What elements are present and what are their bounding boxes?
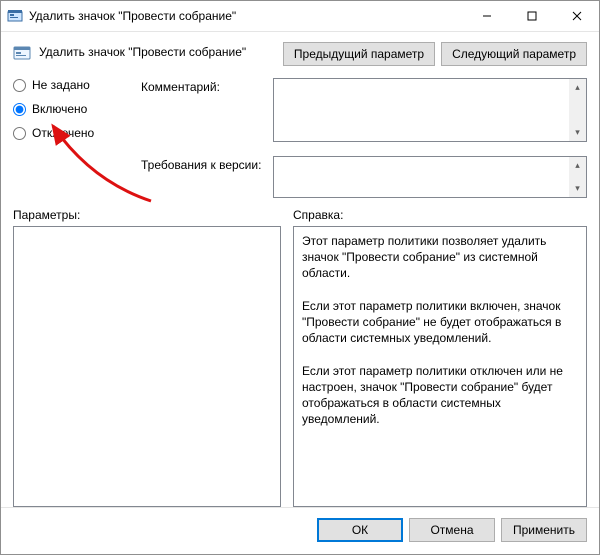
- help-text: Этот параметр политики позволяет удалить…: [302, 233, 578, 427]
- window-controls: [464, 1, 599, 31]
- fields-column: Комментарий: ▴ ▾ Требования к версии: ▴ …: [141, 78, 587, 198]
- state-enabled[interactable]: Включено: [13, 102, 123, 116]
- options-box[interactable]: [13, 226, 281, 507]
- next-setting-button[interactable]: Следующий параметр: [441, 42, 587, 66]
- footer: ОК Отмена Применить: [1, 507, 599, 554]
- options-pane: Параметры:: [13, 208, 281, 507]
- state-not-configured[interactable]: Не задано: [13, 78, 123, 92]
- setting-title: Удалить значок "Провести собрание": [39, 42, 283, 59]
- state-disabled-label: Отключено: [32, 126, 94, 140]
- state-disabled[interactable]: Отключено: [13, 126, 123, 140]
- version-row: Требования к версии: ▴ ▾: [141, 156, 587, 198]
- lower-panes: Параметры: Справка: Этот параметр полити…: [13, 208, 587, 507]
- apply-button[interactable]: Применить: [501, 518, 587, 542]
- help-label: Справка:: [293, 208, 587, 222]
- state-not-configured-label: Не задано: [32, 78, 90, 92]
- scroll-up-icon[interactable]: ▴: [569, 79, 586, 96]
- version-field[interactable]: ▴ ▾: [273, 156, 587, 198]
- header-row: Удалить значок "Провести собрание" Преды…: [1, 32, 599, 72]
- nav-buttons: Предыдущий параметр Следующий параметр: [283, 42, 587, 66]
- state-disabled-radio[interactable]: [13, 127, 26, 140]
- maximize-button[interactable]: [509, 1, 554, 31]
- minimize-button[interactable]: [464, 1, 509, 31]
- comment-label: Комментарий:: [141, 78, 267, 142]
- scroll-down-icon[interactable]: ▾: [569, 124, 586, 141]
- cancel-button[interactable]: Отмена: [409, 518, 495, 542]
- state-and-fields-row: Не задано Включено Отключено Комментарий…: [13, 78, 587, 198]
- scroll-up-icon[interactable]: ▴: [569, 157, 586, 174]
- scroll-down-icon[interactable]: ▾: [569, 180, 586, 197]
- version-label: Требования к версии:: [141, 156, 267, 198]
- state-radio-group: Не задано Включено Отключено: [13, 78, 123, 198]
- state-not-configured-radio[interactable]: [13, 79, 26, 92]
- previous-setting-button[interactable]: Предыдущий параметр: [283, 42, 435, 66]
- body: Не задано Включено Отключено Комментарий…: [1, 72, 599, 507]
- options-label: Параметры:: [13, 208, 281, 222]
- comment-field[interactable]: ▴ ▾: [273, 78, 587, 142]
- state-enabled-label: Включено: [32, 102, 87, 116]
- close-button[interactable]: [554, 1, 599, 31]
- window-title: Удалить значок "Провести собрание": [29, 9, 464, 23]
- help-pane: Справка: Этот параметр политики позволяе…: [293, 208, 587, 507]
- state-enabled-radio[interactable]: [13, 103, 26, 116]
- app-icon: [7, 8, 23, 24]
- titlebar: Удалить значок "Провести собрание": [1, 1, 599, 32]
- comment-scrollbar[interactable]: ▴ ▾: [569, 79, 586, 141]
- comment-row: Комментарий: ▴ ▾: [141, 78, 587, 142]
- setting-icon: [13, 44, 31, 62]
- ok-button[interactable]: ОК: [317, 518, 403, 542]
- version-scrollbar[interactable]: ▴ ▾: [569, 157, 586, 197]
- help-box: Этот параметр политики позволяет удалить…: [293, 226, 587, 507]
- policy-editor-window: Удалить значок "Провести собрание" Удали…: [0, 0, 600, 555]
